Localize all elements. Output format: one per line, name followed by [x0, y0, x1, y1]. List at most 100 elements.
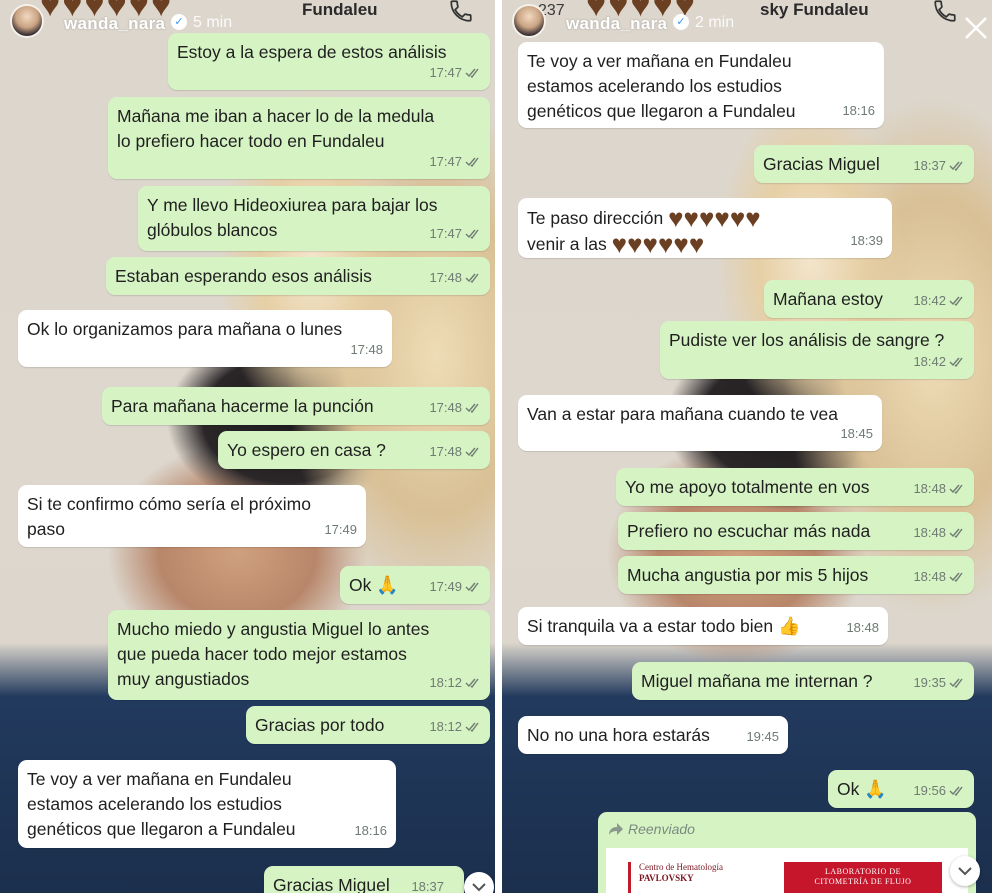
time-ago: 5 min	[193, 14, 233, 31]
message-sent: Estoy a la espera de estos análisis 17:4…	[168, 33, 490, 90]
double-check-icon	[465, 722, 479, 732]
message-line: venir a las	[527, 234, 607, 254]
message-text: Si tranquila va a estar todo bien 👍	[527, 614, 879, 639]
message-sent: Mañana me iban a hacer lo de la medula l…	[108, 97, 490, 179]
document-header-line: LABORATORIO DE	[825, 867, 901, 876]
message-time: 18:48	[913, 481, 946, 496]
message-meta: 18:45	[840, 421, 873, 446]
message-text-body: Ok	[837, 779, 860, 799]
message-time: 18:12	[429, 675, 462, 690]
phone-icon[interactable]	[932, 0, 958, 24]
message-time: 18:12	[429, 719, 462, 734]
message-time: 18:48	[913, 525, 946, 540]
message-meta: 18:42	[913, 288, 965, 313]
document-logo-line: PAVLOVSKY	[639, 873, 694, 883]
message-meta: 18:12	[429, 714, 481, 739]
message-time: 18:45	[840, 426, 873, 441]
avatar[interactable]	[10, 4, 44, 38]
message-meta: 18:48	[913, 564, 965, 589]
scroll-down-button[interactable]	[464, 872, 494, 893]
message-time: 19:56	[913, 783, 946, 798]
message-text-body: Ok	[349, 575, 372, 595]
document-preview[interactable]: Centro de Hematología PAVLOVSKY LABORATOR…	[606, 848, 968, 893]
message-text: Para mañana hacerme la punción	[111, 396, 374, 416]
message-time: 18:39	[850, 233, 883, 248]
message-sent: Miguel mañana me internan ? 19:35	[632, 662, 974, 700]
document-logo-line: Centro de Hematología	[639, 862, 723, 872]
double-check-icon	[465, 403, 479, 413]
message-meta: 17:47	[429, 60, 481, 85]
double-check-icon	[949, 572, 963, 582]
time-ago: 2 min	[695, 14, 735, 31]
message-received: Si tranquila va a estar todo bien 👍 18:4…	[518, 607, 888, 645]
message-text: Mañana me iban a hacer lo de la medula l…	[117, 106, 435, 151]
message-sent: Gracias por todo 18:12	[246, 706, 490, 744]
username[interactable]: wanda_nara	[64, 14, 165, 34]
message-meta: 18:42	[913, 349, 965, 374]
message-time: 17:48	[429, 444, 462, 459]
phone-icon[interactable]	[448, 0, 474, 24]
message-sent: Pudiste ver los análisis de sangre ? 18:…	[660, 321, 974, 379]
message-received: Te paso dirección ♥♥♥♥♥♥ venir a las ♥♥♥♥…	[518, 198, 892, 258]
message-text-body: Si tranquila va a estar todo bien	[527, 616, 774, 636]
forwarded-document[interactable]: Reenviado Centro de Hematología PAVLOVSKY…	[598, 812, 976, 893]
forward-icon	[609, 823, 623, 835]
message-text: Van a estar para mañana cuando te vea	[527, 404, 839, 424]
message-text: Te paso dirección ♥♥♥♥♥♥ venir a las ♥♥♥♥…	[527, 205, 883, 257]
message-received: Te voy a ver mañana en Fundaleu estamos …	[518, 42, 884, 128]
message-sent: Gracias Miguel 18:37	[754, 145, 974, 183]
double-check-icon	[465, 447, 479, 457]
message-text: Si te confirmo cómo sería el próximo pas…	[27, 494, 311, 539]
username[interactable]: wanda_nara	[566, 14, 667, 34]
double-check-icon	[465, 68, 479, 78]
message-meta: 17:49	[324, 517, 357, 542]
message-received: Si te confirmo cómo sería el próximo pas…	[18, 485, 366, 547]
message-time: 17:48	[429, 400, 462, 415]
document-header-box: LABORATORIO DE CITOMETRÍA DE FLUJO	[784, 862, 942, 893]
heart-icon: ♥♥♥♥♥♥	[611, 229, 705, 259]
verified-icon: ✓	[171, 14, 187, 30]
message-meta: 18:16	[842, 98, 875, 123]
message-text: Estaban esperando esos análisis	[115, 266, 372, 286]
scroll-down-button[interactable]	[950, 856, 980, 886]
double-check-icon	[949, 357, 963, 367]
pray-emoji-icon: 🙏	[864, 779, 887, 799]
message-meta: 17:48	[429, 395, 481, 420]
double-check-icon	[465, 229, 479, 239]
message-sent: Ok 🙏 17:49	[340, 566, 490, 604]
message-time: 17:49	[324, 522, 357, 537]
pray-emoji-icon: 🙏	[376, 575, 399, 595]
verified-icon: ✓	[673, 14, 689, 30]
message-time: 19:45	[746, 729, 779, 744]
message-time: 17:47	[429, 154, 462, 169]
message-received: Van a estar para mañana cuando te vea 18…	[518, 395, 882, 451]
document-logo: Centro de Hematología PAVLOVSKY	[628, 862, 778, 893]
message-sent: Yo espero en casa ? 17:48	[218, 431, 490, 469]
double-check-icon	[949, 296, 963, 306]
message-time: 18:42	[913, 293, 946, 308]
message-time: 19:35	[913, 675, 946, 690]
message-meta: 19:35	[913, 670, 965, 695]
message-sent: Prefiero no escuchar más nada 18:48	[618, 512, 974, 550]
double-check-icon	[949, 786, 963, 796]
message-time: 18:37	[913, 158, 946, 173]
message-received: Te voy a ver mañana en Fundaleu estamos …	[18, 760, 396, 848]
message-sent: Y me llevo Hideoxiurea para bajar los gl…	[138, 186, 490, 251]
message-time: 17:48	[350, 342, 383, 357]
message-sent: Para mañana hacerme la punción 17:48	[102, 387, 490, 425]
message-time: 17:49	[429, 579, 462, 594]
message-sent: Mucho miedo y angustia Miguel lo antes q…	[108, 610, 490, 700]
double-check-icon	[465, 273, 479, 283]
message-time: 18:48	[846, 620, 879, 635]
avatar[interactable]	[512, 4, 546, 38]
message-text: No no una hora estarás	[527, 725, 710, 745]
close-icon[interactable]	[962, 14, 990, 42]
message-time: 18:37	[411, 879, 444, 893]
message-meta: 18:48	[846, 615, 879, 640]
message-time: 18:48	[913, 569, 946, 584]
message-text: Te voy a ver mañana en Fundaleu estamos …	[27, 769, 296, 839]
message-meta: 18:48	[913, 520, 965, 545]
forwarded-label: Reenviado	[628, 821, 695, 837]
message-time: 17:47	[429, 65, 462, 80]
chat-name: sky Fundaleu	[760, 0, 869, 19]
